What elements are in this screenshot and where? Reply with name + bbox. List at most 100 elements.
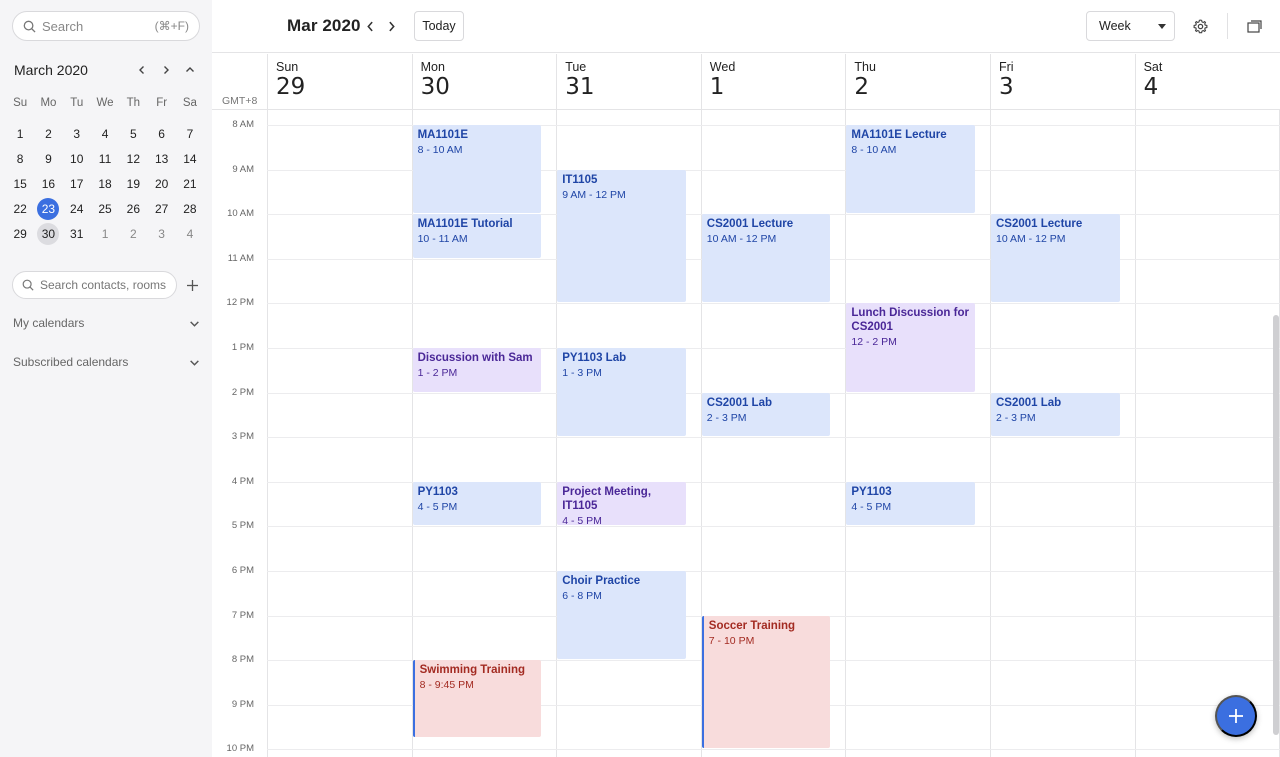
prev-week-button[interactable] <box>361 17 379 35</box>
next-week-button[interactable] <box>382 17 400 35</box>
mini-calendar-day[interactable]: 3 <box>63 123 91 145</box>
day-header-sun[interactable]: Sun 29 <box>267 54 412 110</box>
mini-calendar-day[interactable]: 16 <box>34 173 62 195</box>
mini-calendar-day[interactable]: 29 <box>6 223 34 245</box>
mini-calendar-day[interactable]: 1 <box>91 223 119 245</box>
mini-calendar-day[interactable]: 4 <box>91 123 119 145</box>
day-header-sat[interactable]: Sat 4 <box>1134 54 1280 110</box>
event-title: PY1103 <box>851 485 892 498</box>
mini-calendar-day[interactable]: 17 <box>63 173 91 195</box>
event-title: PY1103 Lab <box>562 352 627 364</box>
mini-calendar-day-number: 3 <box>158 226 165 241</box>
event-block[interactable]: CS2001 Lab 2 - 3 PM <box>991 392 1120 437</box>
panel-toggle-button[interactable] <box>1244 16 1264 36</box>
mini-calendar-day[interactable]: 21 <box>176 173 204 195</box>
add-contact-button[interactable] <box>182 275 202 295</box>
mini-prev-month-button[interactable] <box>130 60 154 80</box>
event-block[interactable]: Choir Practice 6 - 8 PM <box>557 571 686 660</box>
mini-calendar-day-number: 16 <box>41 176 56 191</box>
mini-calendar-day[interactable]: 28 <box>176 198 204 220</box>
mini-calendar-day[interactable]: 6 <box>147 123 175 145</box>
hour-label: 7 PM <box>231 609 254 621</box>
subscribed-calendars-toggle[interactable]: Subscribed calendars <box>13 352 200 372</box>
mini-next-month-button[interactable] <box>154 60 178 80</box>
mini-calendar-day[interactable]: 26 <box>119 198 147 220</box>
mini-calendar-day[interactable]: 18 <box>91 173 119 195</box>
day-header-wed[interactable]: Wed 1 <box>700 54 846 110</box>
event-block[interactable]: MA1101E 8 - 10 AM <box>412 125 542 214</box>
event-block[interactable]: CS2001 Lecture 10 AM - 12 PM <box>701 214 831 303</box>
mini-calendar-day[interactable]: 2 <box>119 223 147 245</box>
mini-calendar-day[interactable]: 7 <box>176 123 204 145</box>
event-time: 4 - 5 PM <box>851 500 892 513</box>
mini-calendar-week: 8 9 10 11 12 13 14 <box>6 146 206 171</box>
mini-calendar-day[interactable]: 15 <box>6 173 34 195</box>
mini-calendar-day[interactable]: 14 <box>176 148 204 170</box>
mini-calendar-day[interactable]: 11 <box>91 148 119 170</box>
event-block[interactable]: IT1105 9 AM - 12 PM <box>557 169 686 303</box>
event-block[interactable]: Lunch Discussion for CS2001 12 - 2 PM <box>846 303 975 392</box>
mini-calendar-day[interactable]: 1 <box>6 123 34 145</box>
grid-scrollbar[interactable] <box>1273 315 1279 735</box>
mini-calendar-day[interactable]: 12 <box>119 148 147 170</box>
my-calendars-toggle[interactable]: My calendars <box>13 313 200 333</box>
contacts-search-input[interactable]: Search contacts, rooms <box>12 271 177 299</box>
day-header-date: 1 <box>709 74 725 100</box>
mini-weekday-label: Sa <box>182 97 197 109</box>
settings-button[interactable] <box>1190 16 1210 36</box>
event-title: CS2001 Lab <box>706 396 772 409</box>
mini-collapse-button[interactable] <box>178 60 202 80</box>
mini-calendar-day[interactable]: 30 <box>34 222 62 245</box>
mini-calendar-day[interactable]: 19 <box>119 173 147 195</box>
event-block[interactable]: Soccer Training 7 - 10 PM <box>701 615 831 749</box>
event-block[interactable]: Swimming Training 8 - 9:45 PM <box>412 660 542 738</box>
mini-calendar-day-number: 21 <box>183 176 197 191</box>
mini-calendar-day[interactable]: 25 <box>91 198 119 220</box>
mini-calendar-day[interactable]: 23 <box>34 197 62 220</box>
mini-calendar-day-number: 25 <box>98 201 112 216</box>
day-header-fri[interactable]: Fri 3 <box>990 54 1135 110</box>
mini-calendar-day[interactable]: 4 <box>176 223 204 245</box>
day-header-thu[interactable]: Thu 2 <box>845 54 990 110</box>
mini-calendar-day[interactable]: 22 <box>6 198 34 220</box>
day-header-tue[interactable]: Tue 31 <box>556 54 701 110</box>
mini-calendar-day[interactable]: 20 <box>147 173 175 195</box>
mini-calendar-day[interactable]: 5 <box>119 123 147 145</box>
event-block[interactable]: Project Meeting, IT1105 4 - 5 PM <box>557 481 686 526</box>
mini-calendar-day[interactable]: 31 <box>63 223 91 245</box>
hour-label: 9 AM <box>232 163 254 175</box>
mini-calendar-day[interactable]: 2 <box>34 123 62 145</box>
event-block[interactable]: Discussion with Sam 1 - 2 PM <box>412 348 542 392</box>
mini-calendar-day[interactable]: 9 <box>34 148 62 170</box>
event-title: CS2001 Lab <box>996 396 1062 409</box>
toolbar: Mar 2020 Today Week <box>212 0 1280 53</box>
event-block[interactable]: PY1103 4 - 5 PM <box>412 481 542 526</box>
search-shortcut: (⌘+F) <box>154 19 189 33</box>
mini-calendar-day[interactable]: 3 <box>147 223 175 245</box>
gear-icon <box>1193 19 1207 33</box>
event-time: 10 AM - 12 PM <box>706 233 777 246</box>
event-block[interactable]: CS2001 Lab 2 - 3 PM <box>701 392 831 437</box>
day-header-date: 30 <box>420 74 450 100</box>
search-input[interactable]: Search (⌘+F) <box>12 11 200 41</box>
mini-calendar-day[interactable]: 27 <box>147 198 175 220</box>
event-block[interactable]: CS2001 Lecture 10 AM - 12 PM <box>991 214 1120 303</box>
mini-calendar-day[interactable]: 10 <box>63 148 91 170</box>
event-block[interactable]: PY1103 Lab 1 - 3 PM <box>557 348 686 437</box>
event-title: Project Meeting, IT1105 <box>562 485 652 512</box>
week-grid[interactable]: 8 AM 9 AM 10 AM 11 AM 12 PM 1 PM 2 PM 3 PM 4 PM 5… <box>212 110 1280 757</box>
mini-calendar-day-number: 27 <box>154 201 169 216</box>
new-event-button[interactable] <box>1215 695 1257 737</box>
view-select[interactable]: Week <box>1086 11 1175 41</box>
today-button[interactable]: Today <box>414 11 464 41</box>
mini-calendar-day[interactable]: 24 <box>63 198 91 220</box>
event-block[interactable]: PY1103 4 - 5 PM <box>846 481 975 526</box>
day-header-weekday: Sat <box>1143 60 1163 74</box>
event-block[interactable]: MA1101E Tutorial 10 - 11 AM <box>412 214 542 258</box>
day-header-mon[interactable]: Mon 30 <box>411 54 557 110</box>
hour-label: 2 PM <box>231 386 254 398</box>
mini-calendar-day[interactable]: 8 <box>6 148 34 170</box>
mini-calendar-day[interactable]: 13 <box>147 148 175 170</box>
mini-calendar-week: 1 2 3 4 5 6 7 <box>6 121 206 146</box>
event-block[interactable]: MA1101E Lecture 8 - 10 AM <box>846 125 975 214</box>
